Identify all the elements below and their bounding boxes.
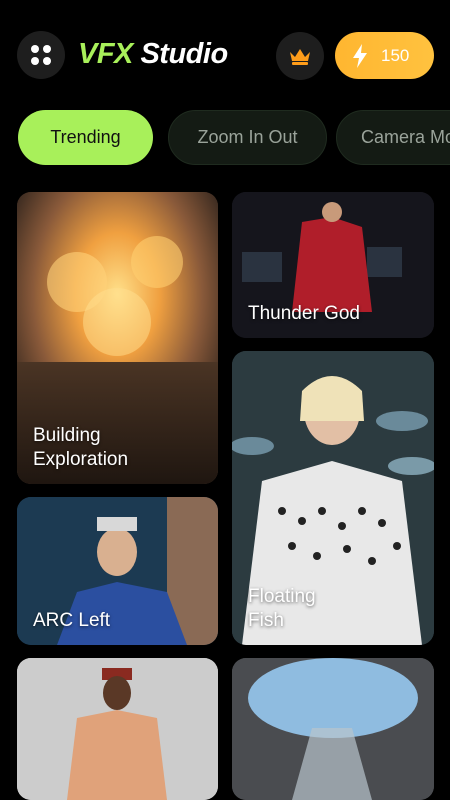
app-header: VFX Studio 150 — [0, 0, 450, 110]
effect-card-arc-left[interactable]: ARC Left — [17, 497, 218, 645]
effect-card-floating-fish[interactable]: Floating Fish — [232, 351, 434, 645]
card-label: Building Exploration — [33, 425, 129, 470]
menu-button[interactable] — [17, 31, 65, 79]
effect-card-thunder-god[interactable]: Thunder God — [232, 192, 434, 338]
credits-button[interactable]: 150 — [335, 32, 434, 79]
crown-icon — [290, 49, 310, 65]
tab-camera-movement[interactable]: Camera Mo — [336, 110, 450, 165]
tab-zoom-in-out[interactable]: Zoom In Out — [168, 110, 327, 165]
lightning-icon — [353, 43, 367, 68]
card-label: Thunder God — [248, 303, 360, 324]
card-label: Floating Fish — [248, 586, 316, 631]
card-thumbnail — [17, 658, 218, 800]
credits-count: 150 — [381, 45, 410, 65]
card-label: ARC Left — [33, 610, 111, 631]
app-title: VFX Studio — [78, 38, 228, 71]
effect-card-5[interactable] — [17, 658, 218, 800]
tab-trending[interactable]: Trending — [18, 110, 153, 165]
app-title-studio: Studio — [140, 38, 228, 70]
category-tabs: Trending Zoom In Out Camera Mo — [0, 110, 450, 166]
app-title-vfx: VFX — [78, 38, 133, 70]
card-thumbnail — [232, 658, 434, 800]
premium-button[interactable] — [276, 32, 324, 80]
grid-dots-icon — [31, 45, 51, 65]
effect-card-6[interactable] — [232, 658, 434, 800]
effect-card-building-exploration[interactable]: Building Exploration — [17, 192, 218, 484]
